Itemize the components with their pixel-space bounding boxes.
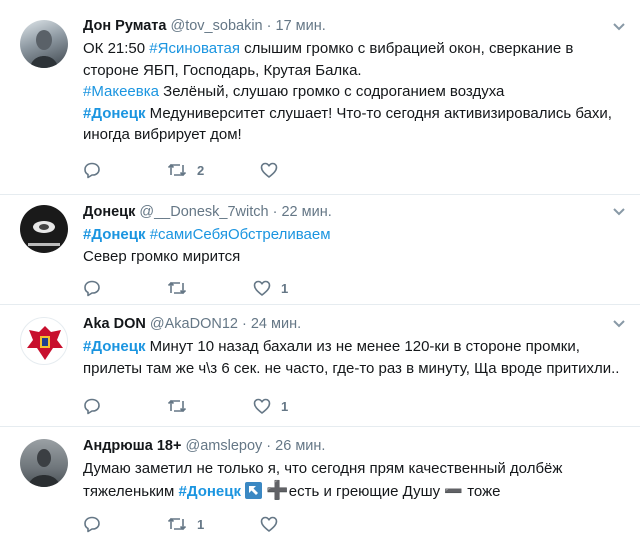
text-span: иногда вибрирует дом! <box>83 126 242 143</box>
retweet-button[interactable] <box>167 397 197 415</box>
like-icon <box>253 398 271 414</box>
separator: · <box>241 316 247 332</box>
tweet-feed: Дон Румата @tov_sobakin · 17 мин. ОК 21:… <box>0 0 640 544</box>
display-name[interactable]: Андрюша 18+ <box>83 438 181 454</box>
tweet[interactable]: Донецк @__Donesk_7witch · 22 мин. #Донец… <box>0 195 640 305</box>
reply-icon <box>84 280 100 297</box>
like-icon <box>253 280 271 296</box>
like-icon <box>260 162 278 178</box>
like-count: 1 <box>281 280 289 296</box>
text-span: стороне ЯБП, Господарь, Крутая Балка. <box>83 61 362 79</box>
text-span: Медуниверситет слушает! Что-то сегодня а… <box>145 104 612 122</box>
hashtag-link[interactable]: #Донецк <box>83 338 146 355</box>
retweet-button[interactable]: 2 <box>167 161 204 179</box>
text-span: ОК 21:50 <box>83 40 150 57</box>
retweet-icon <box>167 163 187 177</box>
separator: · <box>266 18 272 34</box>
reply-icon <box>84 162 100 179</box>
avatar[interactable] <box>20 439 68 487</box>
reply-button[interactable] <box>83 515 111 533</box>
retweet-count: 1 <box>197 516 205 532</box>
text-span: прилеты там же ч\з 6 сек. не часто, где-… <box>83 359 620 377</box>
display-name[interactable]: Дон Румата <box>83 18 166 34</box>
like-button[interactable] <box>260 161 288 179</box>
minus-emoji: ➖ <box>444 482 464 500</box>
tweet-header: Aka DON @AkaDON12 · 24 мин. <box>83 315 620 333</box>
retweet-button[interactable] <box>167 279 197 297</box>
tweet-header: Донецк @__Donesk_7witch · 22 мин. <box>83 203 620 221</box>
tweet-text: Думаю заметил не только я, что сегодня п… <box>83 458 620 502</box>
retweet-count: 2 <box>197 162 205 178</box>
retweet-icon <box>167 399 187 413</box>
tweet-actions: 1 <box>83 395 344 417</box>
reply-icon <box>84 398 100 415</box>
text-span: Зелёный, слушаю громко с содроганием воз… <box>158 83 505 100</box>
separator: · <box>272 204 278 220</box>
hashtag-link[interactable]: #самиСебяОбстреливаем <box>150 226 331 243</box>
timestamp[interactable]: 22 мин. <box>281 204 331 220</box>
like-icon <box>260 516 278 532</box>
text-span: слышим громко с вибрацией окон, сверкани… <box>239 40 574 57</box>
retweet-icon <box>167 281 187 295</box>
text-span: Думаю заметил не только я, что сегодня п… <box>83 460 563 477</box>
text-span: Север громко мирится <box>83 247 241 265</box>
arrow-up-left-emoji <box>245 481 263 499</box>
reply-button[interactable] <box>83 161 111 179</box>
tweet-text: #Донецк Минут 10 назад бахали из не мене… <box>83 336 620 379</box>
user-handle[interactable]: @AkaDON12 <box>150 316 238 332</box>
tweet[interactable]: Дон Румата @tov_sobakin · 17 мин. ОК 21:… <box>0 0 640 195</box>
like-count: 1 <box>281 398 289 414</box>
retweet-button[interactable]: 1 <box>167 515 204 533</box>
tweet-actions: 2 <box>83 159 344 181</box>
avatar[interactable] <box>20 20 68 68</box>
plus-emoji: ➕ <box>266 479 289 500</box>
user-handle[interactable]: @__Donesk_7witch <box>139 204 268 220</box>
user-handle[interactable]: @tov_sobakin <box>171 18 263 34</box>
tweet-header: Дон Румата @tov_sobakin · 17 мин. <box>83 17 620 35</box>
like-button[interactable]: 1 <box>253 397 288 415</box>
display-name[interactable]: Aka DON <box>83 316 146 332</box>
separator: · <box>266 438 272 454</box>
like-button[interactable] <box>260 515 288 533</box>
hashtag-link[interactable]: #Донецк <box>83 105 146 122</box>
display-name[interactable]: Донецк <box>83 204 135 220</box>
timestamp[interactable]: 24 мин. <box>251 316 301 332</box>
tweet[interactable]: Aka DON @AkaDON12 · 24 мин. #Донецк Мину… <box>0 305 640 427</box>
hashtag-link[interactable]: #Донецк <box>83 226 146 243</box>
text-span: есть и греющие Душу <box>288 482 445 500</box>
tweet[interactable]: Андрюша 18+ @amslepoy · 26 мин. Думаю за… <box>0 427 640 544</box>
timestamp[interactable]: 26 мин. <box>275 438 325 454</box>
text-span: Минут 10 назад бахали из не менее 120-ки… <box>145 338 580 355</box>
tweet-header: Андрюша 18+ @amslepoy · 26 мин. <box>83 437 620 455</box>
timestamp[interactable]: 17 мин. <box>276 18 326 34</box>
tweet-text: #Донецк #самиСебяОбстреливаем Север гром… <box>83 224 620 267</box>
avatar[interactable] <box>20 205 68 253</box>
reply-icon <box>84 516 100 533</box>
reply-button[interactable] <box>83 279 111 297</box>
text-span: тоже <box>463 482 501 500</box>
hashtag-link[interactable]: #Ясиноватая <box>149 40 240 57</box>
like-button[interactable]: 1 <box>253 279 288 297</box>
tweet-actions: 1 <box>83 277 344 299</box>
text-span: тяжеленьким <box>83 482 179 500</box>
retweet-icon <box>167 517 187 531</box>
user-handle[interactable]: @amslepoy <box>185 438 262 454</box>
hashtag-link[interactable]: #Макеевка <box>83 83 159 100</box>
avatar[interactable] <box>20 317 68 365</box>
reply-button[interactable] <box>83 397 111 415</box>
tweet-actions: 1 <box>83 513 344 535</box>
tweet-text: ОК 21:50 #Ясиноватая слышим громко с виб… <box>83 38 620 146</box>
hashtag-link[interactable]: #Донецк <box>179 483 242 500</box>
